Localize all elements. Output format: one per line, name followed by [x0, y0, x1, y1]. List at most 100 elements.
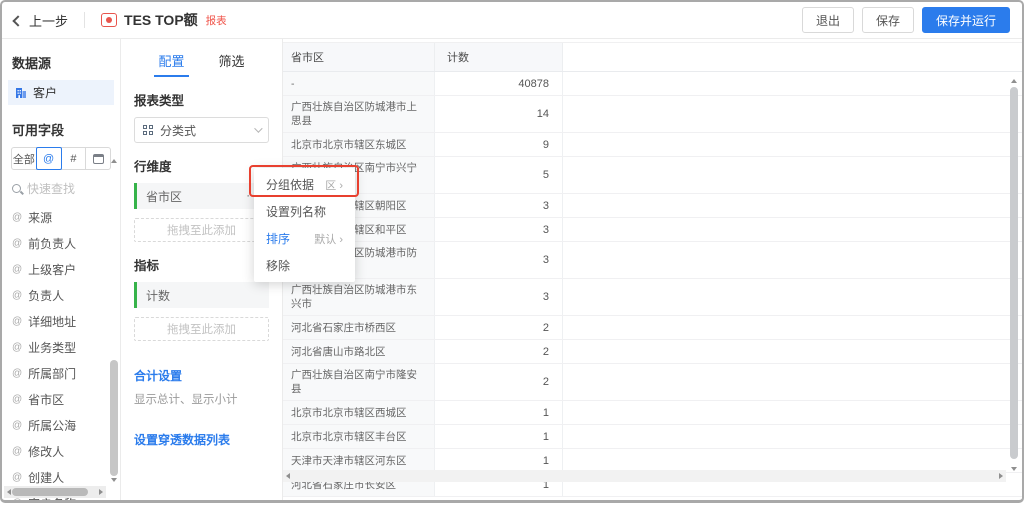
save-button[interactable]: 保存 [862, 7, 914, 33]
cell-region: 北京市北京市辖区西城区 [283, 401, 435, 424]
sidebar-vertical-scrollbar[interactable] [108, 157, 120, 484]
table-row[interactable]: 北京市北京市辖区西城区1 [283, 401, 1022, 425]
field-item[interactable]: @ 上级客户 [2, 256, 120, 282]
column-header-count[interactable]: 计数 [435, 43, 563, 71]
table-row[interactable]: 北京市北京市辖区东城区9 [283, 133, 1022, 157]
menu-item-移除[interactable]: 移除 [254, 252, 355, 279]
field-item-label: 所属公海 [28, 417, 76, 434]
building-icon [15, 87, 27, 99]
filter-tab-#[interactable]: # [61, 147, 87, 170]
report-type-select[interactable]: 分类式 [134, 117, 269, 143]
field-item-label: 来源 [28, 209, 52, 226]
table-row[interactable]: 北京市北京市辖区丰台区1 [283, 425, 1022, 449]
cell-count: 14 [435, 96, 563, 132]
menu-item-value: 默认 › [314, 231, 343, 247]
field-item-label: 所属部门 [28, 365, 76, 382]
text-field-icon: @ [12, 394, 22, 405]
save-and-run-button[interactable]: 保存并运行 [922, 7, 1010, 33]
column-header-region[interactable]: 省市区 [283, 43, 435, 71]
table-row[interactable]: 北京市北京市辖区朝阳区3 [283, 194, 1022, 218]
scroll-right-icon[interactable] [999, 473, 1003, 479]
scroll-left-icon[interactable] [286, 473, 290, 479]
table-row[interactable]: 河北省石家庄市桥西区2 [283, 316, 1022, 340]
topbar-actions: 退出 保存 保存并运行 [802, 7, 1010, 33]
scroll-right-icon[interactable] [99, 489, 103, 495]
filter-tab-全部[interactable]: 全部 [11, 147, 37, 170]
table-row[interactable]: -40878 [283, 72, 1022, 96]
scroll-thumb[interactable] [12, 488, 88, 496]
cell-region: 河北省石家庄市桥西区 [283, 316, 435, 339]
field-item[interactable]: @所属部门 [2, 360, 120, 386]
field-item[interactable]: @详细地址 [2, 308, 120, 334]
report-type-badge: 报表 [206, 13, 227, 28]
result-table-panel: 省市区 计数 -40878广西壮族自治区防城港市上思县14北京市北京市辖区东城区… [283, 39, 1022, 500]
field-context-menu: 分组依据区 ›设置列名称排序 默认 › 移除 [254, 168, 355, 282]
scroll-left-icon[interactable] [7, 489, 11, 495]
config-tabs: 配置 筛选 [134, 39, 269, 77]
scroll-down-icon[interactable] [1011, 467, 1017, 471]
cell-count: 1 [435, 449, 563, 472]
field-item[interactable]: @负责人 [2, 282, 120, 308]
table-row[interactable]: 广西壮族自治区防城港市东兴市3 [283, 279, 1022, 316]
cell-count: 3 [435, 194, 563, 217]
datasource-item-customer[interactable]: 客户 [8, 80, 114, 105]
table-row[interactable]: 广西壮族自治区南宁市隆安县2 [283, 364, 1022, 401]
tab-筛选[interactable]: 筛选 [219, 51, 245, 77]
back-button[interactable]: 上一步 [14, 11, 68, 30]
field-type-filter: 全部@# [11, 147, 111, 170]
table-horizontal-scrollbar[interactable] [283, 470, 1006, 482]
field-item-label: 创建人 [28, 469, 64, 486]
cell-region: 广西壮族自治区南宁市隆安县 [283, 364, 435, 400]
text-field-icon: @ [12, 264, 22, 275]
menu-item-排序[interactable]: 排序 默认 › [254, 225, 355, 252]
table-row[interactable]: 广西壮族自治区防城港市防城区3 [283, 242, 1022, 279]
menu-item-label: 分组依据 [266, 176, 314, 193]
metric-dropzone[interactable]: 拖拽至此添加 [134, 317, 269, 341]
tab-配置[interactable]: 配置 [158, 51, 184, 77]
table-row[interactable]: 天津市天津市辖区和平区3 [283, 218, 1022, 242]
field-item[interactable]: @业务类型 [2, 334, 120, 360]
menu-item-label: 排序 [266, 230, 290, 247]
field-list: @来源@前负责人@上级客户@负责人@详细地址@业务类型@所属部门@省市区@所属公… [2, 204, 120, 500]
text-field-icon: @ [12, 420, 22, 431]
cell-count: 3 [435, 218, 563, 241]
table-body: -40878广西壮族自治区防城港市上思县14北京市北京市辖区东城区9广西壮族自治… [283, 72, 1022, 497]
scroll-thumb[interactable] [1010, 87, 1018, 459]
totals-settings-link[interactable]: 合计设置 [134, 367, 269, 384]
topbar-divider [84, 12, 85, 28]
field-item[interactable]: @修改人 [2, 438, 120, 464]
filter-tab-@[interactable]: @ [36, 147, 62, 170]
available-fields-header: 可用字段 [2, 105, 120, 147]
field-search[interactable]: 快速查找 [2, 170, 120, 204]
field-item[interactable]: @ 所属公海 [2, 412, 120, 438]
cell-region: - [283, 72, 435, 95]
table-row[interactable]: 广西壮族自治区防城港市上思县14 [283, 96, 1022, 133]
table-row[interactable]: 河北省唐山市路北区2 [283, 340, 1022, 364]
menu-item-设置列名称[interactable]: 设置列名称 [254, 198, 355, 225]
metric-label: 指标 [134, 255, 269, 274]
drill-through-link[interactable]: 设置穿透数据列表 [134, 431, 269, 448]
scroll-up-icon[interactable] [111, 159, 117, 163]
field-item[interactable]: @省市区 [2, 386, 120, 412]
scroll-thumb[interactable] [110, 360, 118, 476]
row-dimension-dropzone[interactable]: 拖拽至此添加 [134, 218, 269, 242]
table-vertical-scrollbar[interactable] [1008, 77, 1020, 473]
scroll-down-icon[interactable] [111, 478, 117, 482]
menu-item-分组依据[interactable]: 分组依据区 › [254, 171, 355, 198]
scroll-up-icon[interactable] [1011, 79, 1017, 83]
main-area: 数据源 客户 可用字段 全部@# 快速查找 @来源@前负责人@上级客 [2, 39, 1022, 500]
row-dimension-chip[interactable]: 省市区 ⋯ [134, 183, 269, 209]
cell-region: 北京市北京市辖区东城区 [283, 133, 435, 156]
text-field-icon: @ [12, 316, 22, 327]
field-item[interactable]: @前负责人 [2, 230, 120, 256]
cell-count: 40878 [435, 72, 563, 95]
field-item-label: 修改人 [28, 443, 64, 460]
metric-chip[interactable]: 计数 [134, 282, 269, 308]
top-bar: 上一步 TES TOP额 报表 退出 保存 保存并运行 [2, 2, 1022, 39]
exit-button[interactable]: 退出 [802, 7, 854, 33]
field-item-label: 上级客户 [28, 261, 76, 278]
cell-region: 河北省唐山市路北区 [283, 340, 435, 363]
table-row[interactable]: 广西壮族自治区南宁市兴宁区5 [283, 157, 1022, 194]
field-item[interactable]: @来源 [2, 204, 120, 230]
sidebar-horizontal-scrollbar[interactable] [4, 486, 106, 498]
